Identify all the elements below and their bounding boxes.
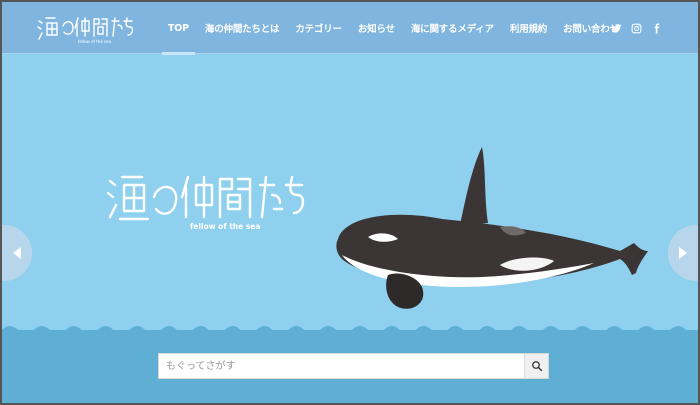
hero-subtitle: fellow of the sea	[190, 222, 260, 231]
instagram-icon[interactable]	[631, 19, 642, 34]
nav-label: お知らせ	[357, 24, 395, 35]
wave-divider	[2, 326, 698, 340]
nav-label: 海に関するメディア	[410, 24, 494, 35]
nav-item-about[interactable]: 海の仲間たちとは	[197, 2, 287, 54]
search-icon	[531, 361, 542, 372]
page-frame: fellow of the sea TOP 海の仲間たちとは カテゴリー お知ら…	[0, 0, 700, 405]
search-bar	[158, 353, 549, 379]
nav-label: 利用規約	[509, 24, 548, 35]
slider-next-button[interactable]	[668, 225, 698, 281]
main-nav: TOP 海の仲間たちとは カテゴリー お知らせ 海に関するメディア 利用規約 お…	[160, 2, 627, 55]
nav-label: TOP	[168, 22, 189, 34]
chevron-right-icon	[679, 247, 687, 259]
site-header: fellow of the sea TOP 海の仲間たちとは カテゴリー お知ら…	[2, 2, 698, 55]
nav-item-media[interactable]: 海に関するメディア	[403, 2, 502, 54]
nav-item-terms[interactable]: 利用規約	[502, 2, 555, 54]
search-input[interactable]	[159, 354, 524, 378]
chevron-left-icon	[13, 247, 21, 259]
hero-logo: fellow of the sea	[106, 171, 306, 231]
logo-subtitle: fellow of the sea	[78, 39, 112, 44]
nav-item-category[interactable]: カテゴリー	[287, 2, 350, 54]
nav-label: カテゴリー	[295, 24, 342, 35]
nav-item-top[interactable]: TOP	[160, 2, 197, 55]
hero-banner: fellow of the sea	[2, 55, 698, 330]
nav-label: 海の仲間たちとは	[204, 24, 280, 35]
facebook-icon[interactable]	[651, 19, 662, 34]
orca-illustration	[332, 147, 650, 317]
social-links	[611, 19, 662, 34]
search-button[interactable]	[524, 354, 548, 378]
twitter-icon[interactable]	[611, 19, 622, 33]
nav-item-news[interactable]: お知らせ	[350, 2, 403, 54]
site-logo[interactable]: fellow of the sea	[36, 12, 136, 46]
slider-prev-button[interactable]	[2, 225, 32, 281]
